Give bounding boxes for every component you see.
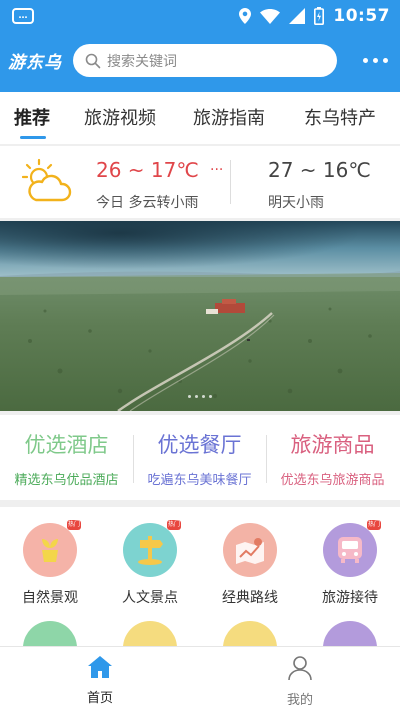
tab-local-products[interactable]: 东乌特产 <box>304 104 376 130</box>
grid-item-routes[interactable]: 经典路线 <box>200 523 300 607</box>
goods-title: 旅游商品 <box>290 433 375 457</box>
status-bar: … 10:57 <box>0 0 400 32</box>
status-icons: 10:57 <box>239 6 390 26</box>
top-bar: … 10:57 游东乌 搜索关键词 <box>0 0 400 92</box>
goods-subtitle: 优选东乌旅游商品 <box>280 473 385 488</box>
plant-pot-icon <box>42 539 58 562</box>
grid-label: 人文景点 <box>122 590 178 606</box>
tab-travel-video[interactable]: 旅游视频 <box>84 104 156 130</box>
hotel-subtitle: 精选东乌优品酒店 <box>14 473 119 488</box>
search-input[interactable]: 搜索关键词 <box>73 44 337 77</box>
grid-item-culture[interactable]: 热门 人文景点 <box>100 520 200 607</box>
grid-label: 旅游接待 <box>322 590 378 606</box>
nav-home[interactable]: 首页 <box>0 655 200 706</box>
grassland-photo <box>0 221 400 411</box>
more-icon[interactable] <box>363 58 388 63</box>
grid-item-reception[interactable]: 热门 旅游接待 <box>300 520 400 607</box>
home-icon <box>88 656 112 678</box>
category-cards: 优选酒店 精选东乌优品酒店 优选餐厅 吃遍东乌美味餐厅 旅游商品 优选东乌旅游商… <box>0 415 400 500</box>
restaurant-title: 优选餐厅 <box>157 433 242 457</box>
carousel-dots <box>188 395 212 398</box>
nav-profile[interactable]: 我的 <box>200 655 400 708</box>
hotel-category[interactable]: 优选酒店 精选东乌优品酒店 <box>0 429 133 488</box>
goods-category[interactable]: 旅游商品 优选东乌旅游商品 <box>266 429 399 488</box>
today-description: 今日 多云转小雨 <box>96 195 199 211</box>
app-logo: 游东乌 <box>8 53 62 73</box>
tomorrow-temperature: 27 ~ 16℃ <box>268 158 371 182</box>
signal-icon <box>289 8 306 24</box>
active-tab-indicator <box>20 136 46 139</box>
hotel-title: 优选酒店 <box>24 433 109 457</box>
nav-profile-label: 我的 <box>286 693 313 708</box>
banner-carousel[interactable] <box>0 221 400 411</box>
grid-item-nature[interactable]: 热门 自然景观 <box>0 520 100 607</box>
hot-badge: 热门 <box>167 520 181 530</box>
service-grid: 热门 自然景观 热门 人文景点 经典路线 热门 旅游接待 <box>0 507 400 675</box>
restaurant-category[interactable]: 优选餐厅 吃遍东乌美味餐厅 <box>133 429 266 488</box>
tomorrow-description: 明天小雨 <box>268 195 324 211</box>
signpost-icon <box>138 536 163 565</box>
today-more: ... <box>210 158 224 174</box>
weather-divider <box>230 160 231 204</box>
grid-circle <box>223 523 277 577</box>
app-screen: … 10:57 游东乌 搜索关键词 推荐 旅游视频 旅游指南 东乌特产 26 ~… <box>0 0 400 711</box>
tab-travel-guide[interactable]: 旅游指南 <box>193 104 265 130</box>
status-time: 10:57 <box>333 6 390 26</box>
grid-label: 经典路线 <box>222 590 278 606</box>
bottom-navigation: 首页 我的 <box>0 646 400 711</box>
hot-badge: 热门 <box>67 520 81 530</box>
wifi-icon <box>260 8 281 24</box>
location-icon <box>239 8 252 24</box>
nav-home-label: 首页 <box>86 691 113 706</box>
grid-circle: 热门 <box>323 520 381 577</box>
hot-badge: 热门 <box>367 520 381 530</box>
today-temperature: 26 ~ 17℃ <box>96 158 199 182</box>
map-route-icon <box>236 538 264 564</box>
message-icon: … <box>12 8 34 24</box>
tab-recommend[interactable]: 推荐 <box>14 104 50 130</box>
search-placeholder: 搜索关键词 <box>107 53 177 70</box>
search-icon <box>85 53 101 68</box>
user-icon <box>288 656 312 681</box>
grid-circle: 热门 <box>23 520 81 577</box>
grid-circle: 热门 <box>123 520 181 577</box>
restaurant-subtitle: 吃遍东乌美味餐厅 <box>147 473 252 488</box>
bus-icon <box>338 537 362 563</box>
weather-card[interactable]: 26 ~ 17℃ ... 今日 多云转小雨 27 ~ 16℃ 明天小雨 <box>0 146 400 218</box>
grid-label: 自然景观 <box>22 590 78 606</box>
cloudy-sun-icon <box>22 158 72 202</box>
category-tabs: 推荐 旅游视频 旅游指南 东乌特产 <box>0 92 400 144</box>
battery-icon <box>314 7 325 25</box>
